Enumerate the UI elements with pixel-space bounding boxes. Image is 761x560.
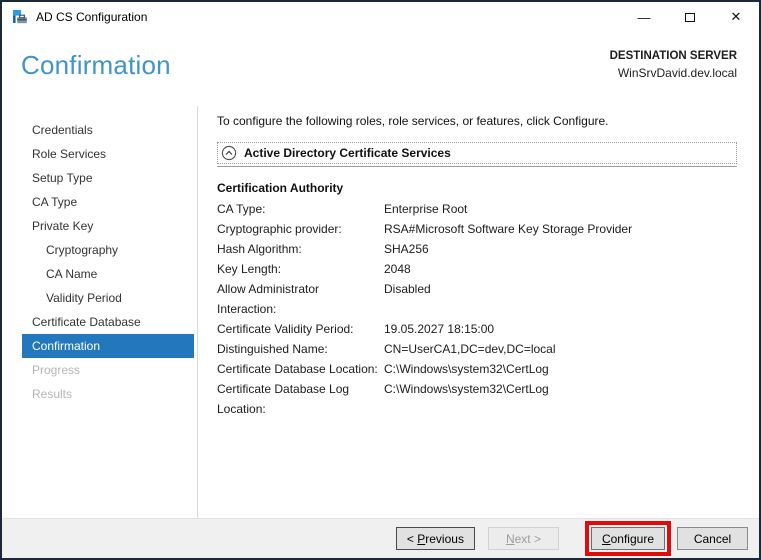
chevron-up-icon: [221, 145, 237, 161]
sidebar-item-ca-type[interactable]: CA Type: [22, 190, 194, 214]
sidebar-item-private-key[interactable]: Private Key: [22, 214, 194, 238]
sidebar-item-cryptography[interactable]: Cryptography: [22, 238, 194, 262]
detail-value: SHA256: [384, 242, 429, 256]
detail-label: CA Type:: [217, 202, 266, 216]
server-manager-icon: [13, 10, 27, 24]
sidebar-item-certificate-database[interactable]: Certificate Database: [22, 310, 194, 334]
sidebar-item-setup-type[interactable]: Setup Type: [22, 166, 194, 190]
previous-button[interactable]: < Previous: [395, 527, 475, 550]
minimize-button[interactable]: —: [621, 2, 667, 32]
next-button: Next >: [487, 527, 559, 550]
wizard-header: Confirmation DESTINATION SERVER WinSrvDa…: [2, 32, 759, 100]
title-bar: AD CS Configuration — ✕: [2, 2, 759, 32]
detail-label: Allow Administrator Interaction:: [217, 282, 320, 316]
confirmation-content: To configure the following roles, role s…: [198, 100, 759, 518]
sidebar-item-role-services[interactable]: Role Services: [22, 142, 194, 166]
detail-label: Cryptographic provider:: [217, 222, 342, 236]
detail-value: RSA#Microsoft Software Key Storage Provi…: [384, 222, 633, 236]
configure-annotation-box: Configure: [584, 521, 671, 556]
detail-label: Certificate Database Location:: [217, 362, 378, 376]
window-title: AD CS Configuration: [36, 10, 148, 24]
minimize-icon: —: [637, 9, 651, 25]
sidebar-item-confirmation[interactable]: Confirmation: [22, 334, 194, 358]
wizard-sidebar: Credentials Role Services Setup Type CA Typ…: [2, 106, 198, 518]
detail-label: Distinguished Name:: [217, 342, 328, 356]
ad-cs-configuration-window: AD CS Configuration — ✕ Confirmation DES…: [0, 0, 761, 560]
maximize-button[interactable]: [667, 2, 713, 32]
close-icon: ✕: [730, 9, 742, 24]
detail-label: Certificate Validity Period:: [217, 322, 354, 336]
detail-label: Hash Algorithm:: [217, 242, 302, 256]
wizard-body: Credentials Role Services Setup Type CA Typ…: [2, 100, 759, 518]
section-title: Certification Authority: [217, 181, 344, 195]
detail-value: 19.05.2027 18:15:00: [384, 322, 495, 336]
window-controls: — ✕: [621, 2, 759, 32]
intro-text: To configure the following roles, role s…: [217, 114, 609, 128]
expander-title: Active Directory Certificate Services: [244, 146, 451, 160]
detail-value: CN=UserCA1,DC=dev,DC=local: [384, 342, 556, 356]
maximize-icon: [685, 12, 695, 22]
detail-label: Certificate Database Log Location:: [217, 382, 350, 416]
detail-value: 2048: [384, 262, 411, 276]
close-button[interactable]: ✕: [713, 2, 759, 32]
wizard-steps: Credentials Role Services Setup Type CA Typ…: [22, 118, 194, 406]
wizard-footer: < Previous Next > Configure Cancel: [2, 518, 759, 558]
details-list: CA Type: Enterprise Root Cryptographic pro…: [217, 199, 737, 419]
cancel-button[interactable]: Cancel: [677, 527, 748, 550]
detail-value: C:\Windows\system32\CertLog: [384, 382, 549, 396]
sidebar-item-ca-name[interactable]: CA Name: [22, 262, 194, 286]
destination-server-label: DESTINATION SERVER: [609, 50, 737, 62]
adcs-expander[interactable]: Active Directory Certificate Services: [217, 142, 737, 164]
detail-value: Enterprise Root: [384, 202, 468, 216]
sidebar-item-progress: Progress: [32, 363, 81, 377]
sidebar-item-credentials[interactable]: Credentials: [22, 118, 194, 142]
sidebar-item-results: Results: [32, 387, 73, 401]
configure-button[interactable]: Configure: [590, 527, 665, 550]
sidebar-item-validity-period[interactable]: Validity Period: [22, 286, 194, 310]
destination-server-block: DESTINATION SERVER WinSrvDavid.dev.local: [610, 48, 737, 100]
detail-label: Key Length:: [217, 262, 282, 276]
destination-server-name: WinSrvDavid.dev.local: [617, 66, 737, 80]
detail-value: Disabled: [384, 282, 431, 296]
page-title: Confirmation: [21, 50, 171, 80]
detail-value: C:\Windows\system32\CertLog: [384, 362, 549, 376]
divider: [217, 166, 737, 167]
